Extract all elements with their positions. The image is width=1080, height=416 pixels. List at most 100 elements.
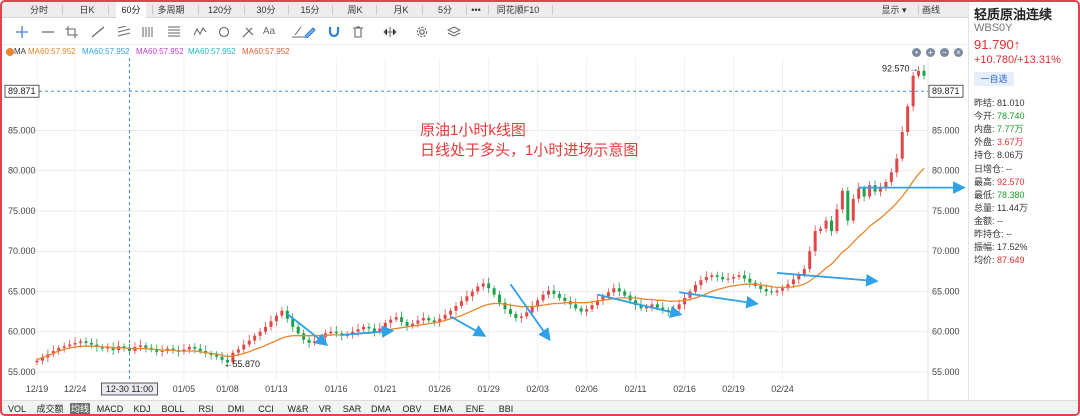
candle-body [906,106,910,133]
candle-body [721,276,725,280]
indicator-tab[interactable]: MACD [94,403,126,414]
candle-body [862,188,866,197]
quote-label: 昨持仓: [974,229,1004,239]
quote-value: 3.67万 [994,137,1024,148]
indicator-tab[interactable]: ENE [462,403,488,414]
quote-value: 92.570 [994,176,1025,187]
quote-row: 总量: 11.44万 [974,202,1028,214]
crosshair-price-right: 89.871 [932,86,960,96]
candle-body [454,305,458,311]
indicator-tab[interactable]: DMA [368,403,394,414]
candle-body [498,294,502,303]
candlestick-chart[interactable]: 55.000 55.000 60.000 60.000 65.000 65.000 70.0… [2,2,968,400]
quote-row: 金额: -- [974,215,1003,227]
x-tick-label: 12/19 [26,384,49,394]
quote-row: 昨结: 81.010 [974,97,1025,109]
candle-body [579,308,583,312]
high-marker: 92.570→ [882,64,919,74]
y-tick-label-right: 80.000 [932,166,960,176]
y-tick-label-right: 70.000 [932,246,960,256]
candle-body [710,275,714,277]
quote-label: 持仓: [974,150,995,161]
indicator-tab[interactable]: 成交额 [34,403,66,414]
indicator-tab[interactable]: OBV [399,403,425,414]
candle-body [781,288,785,291]
x-tick-label: 02/06 [575,384,598,394]
indicator-tab[interactable]: W&R [284,403,312,414]
indicator-tab[interactable]: KDJ [130,403,154,414]
chart-annotation-line1: 原油1小时k线图 [420,122,526,139]
candle-body [405,322,409,327]
candle-body [563,297,567,302]
indicator-tab[interactable]: VOL [6,403,28,414]
x-tick-label: 02/03 [526,384,549,394]
indicator-tab[interactable]: VR [316,403,334,414]
x-tick-label: 01/08 [216,384,239,394]
candle-body [258,331,262,336]
indicator-tab[interactable]: RSI [194,403,218,414]
candle-body [895,158,899,173]
y-tick-label-left: 60.000 [8,327,36,337]
candle-body [62,346,66,348]
low-marker: ←55.870 [223,359,260,369]
candle-body [922,70,926,76]
quote-label: 振幅: [974,242,995,253]
candle-body [557,293,561,298]
indicator-tab[interactable]: DMI [224,403,248,414]
candle-body [302,333,306,340]
candle-body [900,132,904,159]
indicator-tab[interactable]: SAR [340,403,364,414]
candle-body [84,341,88,343]
candle-body [487,283,491,289]
candle-body [253,335,257,341]
candle-body [617,288,621,292]
candle-body [911,75,915,107]
quote-value: -- [994,215,1004,226]
candle-body [857,188,861,199]
candle-body [519,316,523,319]
candle-body [508,309,512,314]
candle-body [492,288,496,295]
quote-label: 内盘: [974,124,995,135]
add-watchlist-button[interactable]: 一自选 [974,72,1014,86]
candle-body [791,279,795,285]
candle-body [400,317,404,323]
quote-row: 最低: 78.380 [974,189,1025,201]
candle-body [144,345,148,348]
candle-body [699,280,703,286]
candle-body [187,346,191,350]
candle-body [552,290,556,294]
candle-body [547,290,551,295]
quote-value: 17.52% [994,242,1028,253]
candle-body [465,296,469,302]
candle-body [476,286,480,292]
candle-body [726,278,730,280]
candle-body [802,268,806,275]
candle-body [835,209,839,232]
quote-row: 振幅: 17.52% [974,241,1028,253]
candle-body [693,285,697,292]
x-tick-label: 02/24 [771,384,794,394]
candle-body [89,342,93,345]
indicator-tab[interactable]: CCI [254,403,278,414]
last-price: 91.790↑ [974,37,1021,52]
quote-row: 昨持仓: -- [974,228,1012,240]
candle-body [367,326,371,329]
indicator-tab[interactable]: 均线 [70,403,90,414]
quote-value: -- [1003,229,1013,239]
candle-body [362,326,365,330]
quote-label: 今开: [974,111,995,122]
y-tick-label-right: 65.000 [932,286,960,296]
candle-body [813,231,817,252]
quote-value: 78.380 [994,189,1025,200]
indicator-tab[interactable]: BOLL [158,403,188,414]
candle-body [73,342,77,345]
candle-body [742,275,746,279]
indicator-tab[interactable]: EMA [430,403,456,414]
candle-body [138,345,142,347]
candle-body [421,318,425,321]
quote-value: 78.740 [994,111,1025,122]
indicator-tab[interactable]: BBI [495,403,517,414]
candle-body [715,275,719,277]
quote-row: 日增仓: -- [974,163,1012,175]
